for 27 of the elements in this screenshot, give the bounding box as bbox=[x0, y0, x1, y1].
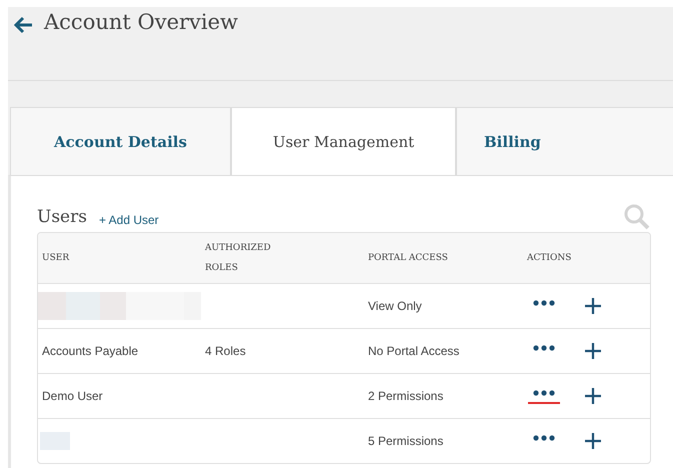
tab[interactable]: Account Details bbox=[10, 107, 231, 175]
table-cell-text: Accounts Payable bbox=[41, 344, 138, 358]
back-arrow-icon[interactable] bbox=[12, 15, 34, 35]
column-header: ACTIONS bbox=[527, 252, 572, 265]
add-icon[interactable] bbox=[585, 433, 601, 449]
page-title: Account Overview bbox=[44, 10, 238, 34]
add-icon[interactable] bbox=[585, 298, 601, 314]
add-icon[interactable] bbox=[585, 388, 601, 404]
column-header: USER bbox=[41, 252, 70, 265]
more-icon bbox=[533, 345, 555, 351]
table-cell: 2 Permissions bbox=[368, 389, 444, 403]
section-title: Users bbox=[37, 207, 87, 227]
more-options-button[interactable] bbox=[528, 388, 560, 404]
table-cell-text: Demo User bbox=[41, 389, 103, 403]
column-header: AUTHORIZED ROLES bbox=[204, 242, 272, 275]
add-user-link[interactable]: + Add User bbox=[98, 212, 159, 226]
table-cell: View Only bbox=[368, 299, 422, 313]
table-cell: 5 Permissions bbox=[368, 434, 444, 448]
column-header: PORTAL ACCESS bbox=[367, 252, 449, 265]
more-icon bbox=[533, 435, 555, 441]
more-icon bbox=[533, 300, 555, 306]
add-icon[interactable] bbox=[585, 343, 601, 359]
table-cell: No Portal Access bbox=[368, 344, 460, 358]
tab[interactable]: User Management bbox=[231, 107, 456, 175]
table-cell: 4 Roles bbox=[205, 344, 246, 358]
more-icon bbox=[533, 390, 555, 396]
tab[interactable]: Billing bbox=[456, 107, 586, 175]
